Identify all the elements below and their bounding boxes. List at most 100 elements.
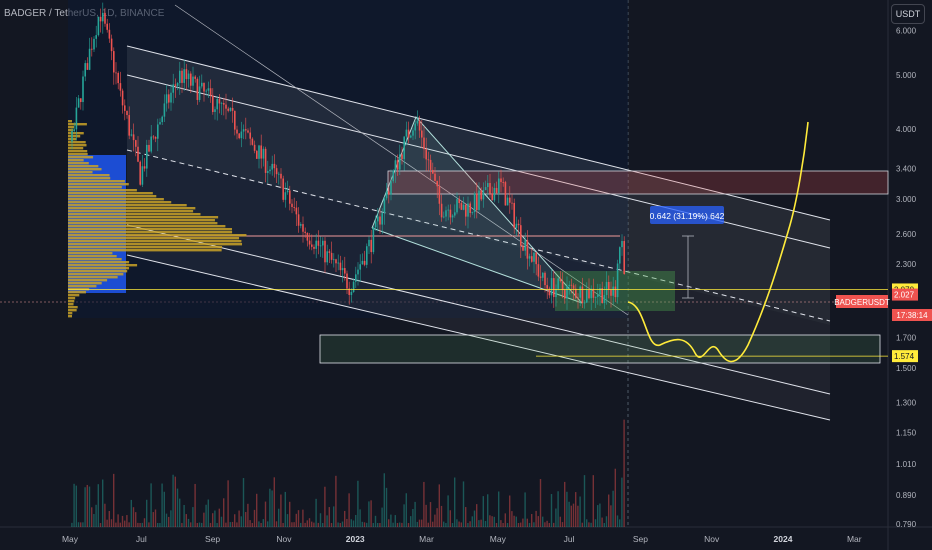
- volume-bar: [335, 475, 337, 527]
- candle-body: [115, 72, 117, 74]
- vp-bar: [68, 216, 219, 219]
- volume-bar: [172, 474, 174, 527]
- candle-body: [328, 251, 331, 253]
- candle-body: [275, 168, 278, 175]
- volume-bar: [557, 491, 559, 527]
- candle-body: [350, 292, 353, 295]
- candle-body: [520, 225, 522, 246]
- volume-bar: [471, 516, 473, 527]
- candle-body: [454, 212, 456, 216]
- candle-body: [495, 187, 498, 194]
- candle-body: [313, 246, 315, 249]
- volume-bar: [253, 509, 256, 527]
- candle-body: [377, 216, 379, 222]
- candle-body: [293, 207, 295, 208]
- volume-bar: [456, 519, 458, 527]
- volume-bar: [416, 521, 418, 527]
- countdown-label: 17:38:14: [896, 311, 928, 320]
- candle-body: [588, 289, 590, 299]
- candle-body: [394, 160, 397, 171]
- vp-bar: [68, 306, 78, 309]
- candle-body: [416, 120, 419, 124]
- volume-bar: [352, 520, 355, 527]
- candle-body: [88, 48, 91, 70]
- candle-body: [421, 130, 423, 138]
- vp-bar: [68, 168, 102, 171]
- volume-bar: [88, 486, 91, 527]
- candle-body: [434, 173, 436, 181]
- candle-body: [82, 76, 84, 103]
- vp-bar: [68, 273, 124, 276]
- volume-bar: [372, 522, 374, 527]
- volume-bar: [458, 521, 460, 527]
- candle-body: [372, 227, 375, 253]
- candle-body: [438, 186, 441, 204]
- volume-bar: [621, 477, 623, 527]
- candle-body: [447, 209, 449, 211]
- volume-bar: [201, 522, 203, 527]
- candle-body: [95, 35, 97, 39]
- candle-body: [401, 154, 403, 160]
- candle-body: [612, 286, 614, 296]
- time-tick-0: May: [62, 534, 79, 544]
- volume-bar: [520, 522, 522, 527]
- time-axis[interactable]: May Jul Sep Nov 2023 Mar May Jul Sep Nov 2024 Mar: [62, 534, 862, 544]
- volume-bar: [447, 495, 449, 527]
- vp-bar: [68, 234, 247, 237]
- price-chart[interactable]: 0.642 (31.19%) 642 6.000 5.000 4.000 3.400 3…: [0, 0, 932, 550]
- candle-body: [414, 123, 416, 131]
- candle-body: [460, 203, 463, 210]
- volume-bar: [86, 484, 88, 527]
- candle-body: [456, 199, 458, 213]
- volume-bar: [381, 507, 383, 527]
- candle-body: [139, 161, 141, 185]
- vp-bar: [68, 282, 102, 285]
- price-axis[interactable]: 6.0005.0004.0003.4003.0002.6002.3002.070…: [892, 26, 918, 529]
- volume-bar: [564, 481, 566, 527]
- volume-bar: [339, 522, 341, 527]
- candle-body: [227, 108, 229, 111]
- candle-body: [214, 109, 216, 112]
- volume-bar: [231, 521, 234, 527]
- vp-bar: [68, 264, 138, 267]
- vp-bar: [68, 189, 137, 192]
- volume-bar: [344, 510, 346, 527]
- candle-body: [555, 288, 557, 298]
- volume-bar: [405, 493, 407, 527]
- candle-body: [473, 193, 476, 213]
- candle-body: [324, 240, 326, 263]
- candle-body: [165, 94, 168, 104]
- candle-body: [71, 130, 73, 142]
- volume-bar: [216, 522, 218, 527]
- candle-body: [306, 232, 309, 241]
- resistance-zone: [387, 170, 889, 195]
- volume-bar: [427, 522, 429, 527]
- candle-body: [594, 296, 597, 298]
- vp-bar: [68, 276, 118, 279]
- candle-body: [429, 159, 432, 170]
- vp-bar: [68, 252, 113, 255]
- candle-body: [359, 264, 361, 270]
- candle-body: [159, 122, 161, 125]
- measure-label: 0.642 (31.19%) 642: [650, 211, 725, 221]
- candle-body: [132, 134, 135, 141]
- candle-body: [146, 144, 148, 169]
- candle-body: [509, 197, 511, 203]
- volume-bar: [108, 510, 110, 527]
- candle-body: [322, 240, 324, 246]
- volume-bar: [517, 522, 520, 527]
- vp-bar: [68, 162, 89, 165]
- candle-body: [315, 240, 317, 249]
- volume-bar: [311, 521, 313, 527]
- candle-body: [383, 198, 386, 214]
- volume-bar: [168, 516, 170, 527]
- candle-body: [561, 281, 564, 291]
- vp-bar: [68, 132, 84, 135]
- candle-body: [344, 268, 346, 274]
- candle-body: [251, 138, 254, 145]
- candle-body: [575, 288, 577, 298]
- volume-bar: [394, 515, 396, 527]
- volume-bar: [575, 492, 577, 527]
- volume-bar: [143, 518, 146, 527]
- volume-bar: [524, 492, 526, 527]
